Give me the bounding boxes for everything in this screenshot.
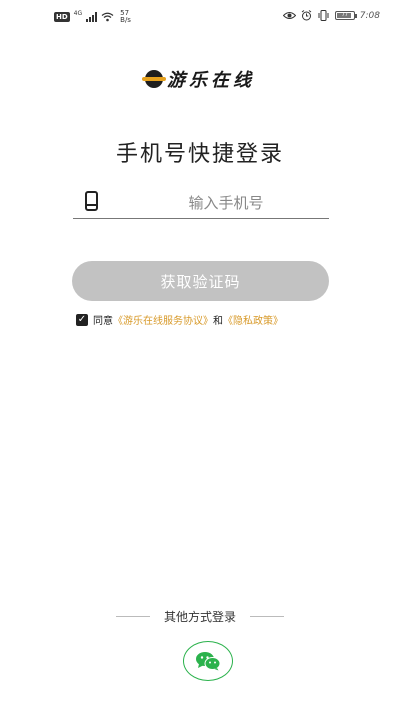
battery-level: 77	[341, 12, 348, 18]
app-logo: 游乐在线	[0, 66, 400, 92]
clock-time: 7:08	[359, 10, 380, 21]
agreement-prefix: 同意	[93, 316, 113, 327]
wifi-icon	[101, 12, 114, 22]
network-type: 4G	[73, 9, 83, 17]
wechat-login-button[interactable]	[183, 641, 233, 681]
divider-left	[115, 616, 150, 617]
app-name: 游乐在线	[167, 70, 255, 91]
phone-number-input[interactable]	[133, 190, 319, 216]
other-login-label: 其他方式登录	[163, 610, 236, 624]
divider-right	[250, 616, 284, 617]
phone-input-row	[73, 186, 329, 219]
service-agreement-link[interactable]: 《游乐在线服务协议》	[113, 312, 213, 327]
logo-icon	[142, 70, 166, 88]
agreement-and: 和	[213, 316, 223, 327]
page-title: 手机号快捷登录	[115, 142, 284, 167]
eye-icon	[282, 12, 296, 19]
wechat-icon	[196, 652, 221, 671]
status-left: HD 4G 57 B/s	[54, 10, 131, 24]
agreement-checkbox[interactable]: ✓	[76, 313, 88, 326]
network-speed: 57 B/s	[120, 10, 131, 24]
status-bar: HD 4G 57 B/s 77 7:08	[0, 0, 400, 36]
signal-icon	[86, 12, 98, 22]
get-verification-code-button[interactable]: 获取验证码	[72, 261, 329, 301]
other-login-divider: 其他方式登录	[0, 608, 400, 625]
vibrate-icon	[318, 10, 329, 21]
alarm-clock-icon	[301, 10, 312, 21]
privacy-policy-link[interactable]: 《隐私政策》	[223, 312, 283, 327]
agreement-row: ✓ 同意 《游乐在线服务协议》 和 《隐私政策》	[76, 312, 283, 327]
phone-icon	[85, 191, 98, 211]
battery-icon: 77	[334, 11, 357, 20]
status-right: 77 7:08	[282, 10, 380, 21]
hd-indicator: HD	[54, 12, 70, 22]
network-speed-unit: B/s	[120, 16, 131, 24]
